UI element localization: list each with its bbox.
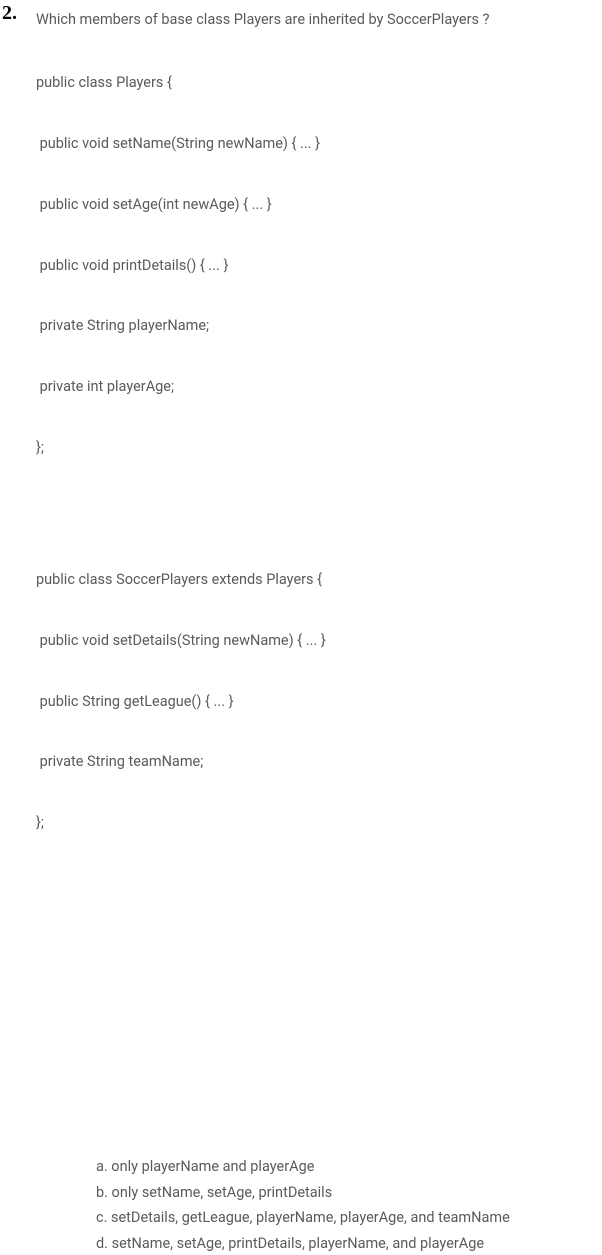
- code-line: public void setName(String newName) { ..…: [36, 134, 592, 154]
- code-line: public String getLeague() { ... }: [36, 692, 592, 712]
- option-b: b. only setName, setAge, printDetails: [96, 1182, 592, 1204]
- code-block-players: public class Players { public void setNa…: [36, 32, 592, 499]
- question-prompt: Which members of base class Players are …: [36, 10, 592, 30]
- code-line: private String playerName;: [36, 316, 592, 336]
- code-line: private int playerAge;: [36, 377, 592, 397]
- option-a: a. only playerName and playerAge: [96, 1156, 592, 1178]
- code-line: public class Players {: [36, 73, 592, 93]
- option-c: c. setDetails, getLeague, playerName, pl…: [96, 1207, 592, 1229]
- code-line: public void setDetails(String newName) {…: [36, 631, 592, 651]
- code-line: public class SoccerPlayers extends Playe…: [36, 570, 592, 590]
- code-line: public void setAge(int newAge) { ... }: [36, 195, 592, 215]
- code-line: };: [36, 813, 592, 833]
- option-d: d. setName, setAge, printDetails, player…: [96, 1233, 592, 1255]
- content-area: Which members of base class Players are …: [0, 0, 602, 1255]
- code-line: private String teamName;: [36, 752, 592, 772]
- question-number: 2.: [2, 2, 17, 25]
- spacer: [36, 501, 592, 529]
- code-block-soccerplayers: public class SoccerPlayers extends Playe…: [36, 529, 592, 874]
- code-line: public void printDetails() { ... }: [36, 256, 592, 276]
- answer-options: a. only playerName and playerAge b. only…: [36, 876, 592, 1255]
- code-line: };: [36, 438, 592, 458]
